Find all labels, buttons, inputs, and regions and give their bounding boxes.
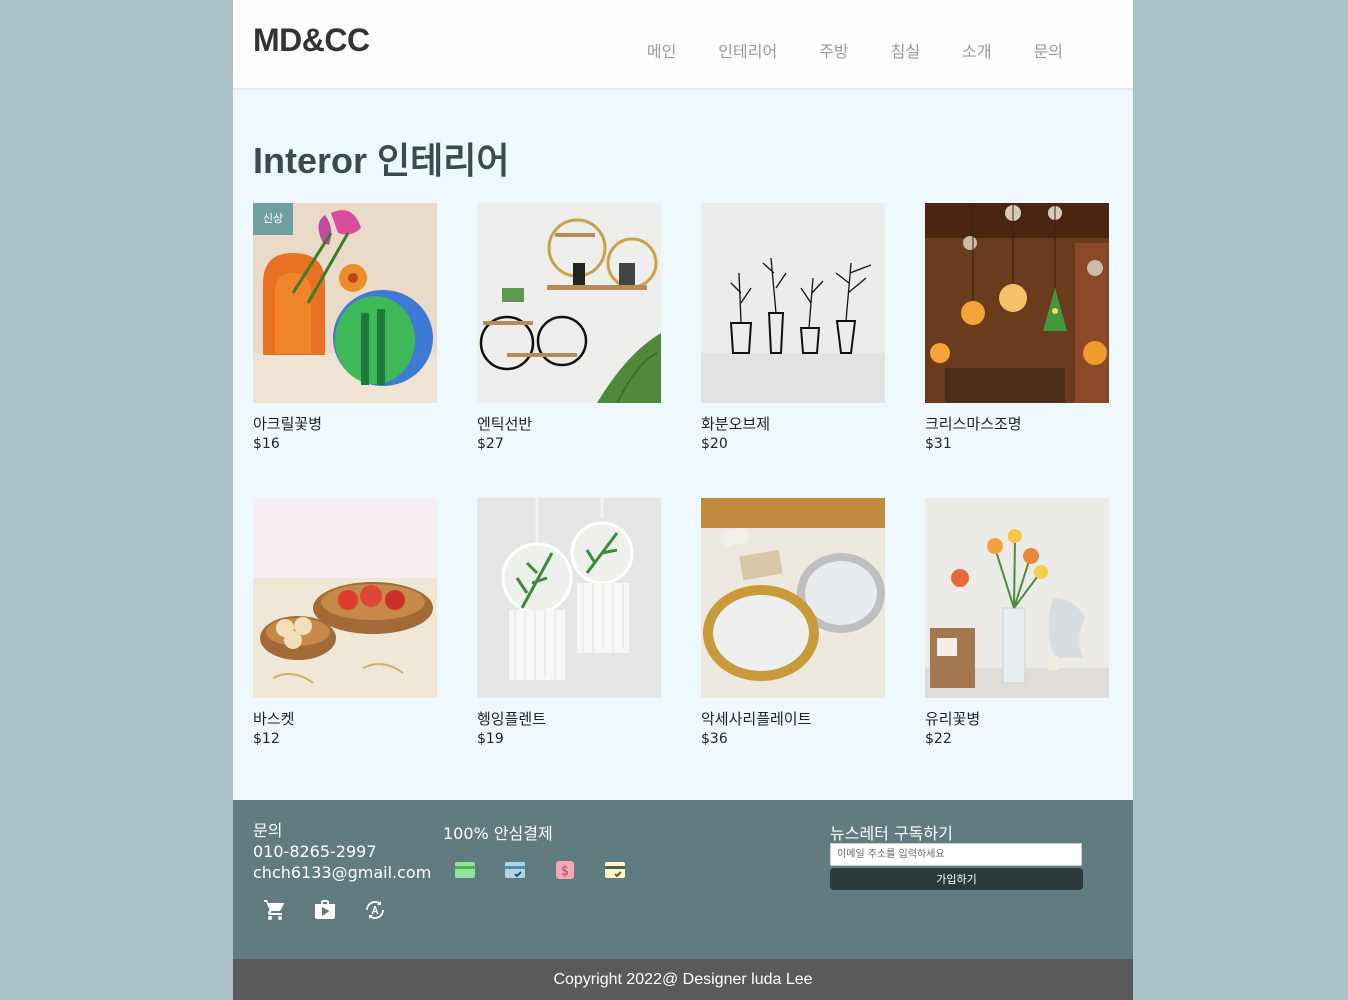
- product-card[interactable]: 화분오브제 $20: [701, 203, 885, 452]
- product-name[interactable]: 크리스마스조명: [925, 413, 1109, 434]
- product-price: $31: [925, 436, 952, 452]
- nav-main[interactable]: 메인: [647, 38, 676, 62]
- product-card[interactable]: 헹잉플렌트 $19: [477, 498, 661, 747]
- contact-title: 문의: [253, 821, 283, 840]
- translate-icon[interactable]: [363, 898, 387, 922]
- product-name[interactable]: 화분오브제: [701, 413, 885, 434]
- product-price: $20: [701, 436, 728, 452]
- page-title: Interor 인테리어: [253, 140, 510, 181]
- card-check-icon: [503, 858, 527, 882]
- credit-card-icon: [453, 858, 477, 882]
- main-nav: 메인 인테리어 주방 침실 소개 문의: [647, 38, 1063, 62]
- logo[interactable]: MD&CC: [253, 22, 370, 59]
- product-name[interactable]: 아크릴꽃병: [253, 413, 437, 434]
- product-image[interactable]: [925, 203, 1109, 403]
- product-image[interactable]: [477, 498, 661, 698]
- contact-email[interactable]: chch6133@gmail.com: [253, 862, 431, 883]
- nav-kitchen[interactable]: 주방: [819, 38, 848, 62]
- new-badge: 신상: [253, 203, 293, 235]
- product-card[interactable]: 엔틱선반 $27: [477, 203, 661, 452]
- nav-about[interactable]: 소개: [962, 38, 991, 62]
- cart-icon[interactable]: [263, 898, 287, 922]
- product-name[interactable]: 악세사리플레이트: [701, 708, 885, 729]
- product-image[interactable]: [253, 498, 437, 698]
- nav-bedroom[interactable]: 침실: [891, 38, 920, 62]
- product-price: $36: [701, 731, 728, 747]
- product-image[interactable]: 신상: [253, 203, 437, 403]
- product-card[interactable]: 바스켓 $12: [253, 498, 437, 747]
- product-price: $27: [477, 436, 504, 452]
- product-image[interactable]: [477, 203, 661, 403]
- dollar-icon: $: [553, 858, 577, 882]
- footer-icons: [263, 898, 413, 922]
- newsletter-email-input[interactable]: [830, 843, 1082, 866]
- product-price: $19: [477, 731, 504, 747]
- card-approved-icon: [603, 858, 627, 882]
- footer-contact: 문의 010-8265-2997 chch6133@gmail.com: [253, 820, 431, 883]
- product-card[interactable]: 악세사리플레이트 $36: [701, 498, 885, 747]
- copyright: Copyright 2022@ Designer luda Lee: [233, 959, 1133, 1000]
- svg-text:$: $: [561, 864, 569, 879]
- newsletter-title: 뉴스레터 구독하기: [830, 824, 953, 843]
- payment-title: 100% 안심결제: [443, 824, 553, 843]
- contact-phone: 010-8265-2997: [253, 842, 377, 861]
- product-card[interactable]: 크리스마스조명 $31: [925, 203, 1109, 452]
- footer: 문의 010-8265-2997 chch6133@gmail.com 100%…: [233, 800, 1133, 959]
- payment-icons: $: [453, 858, 653, 882]
- product-image[interactable]: [701, 498, 885, 698]
- product-name[interactable]: 바스켓: [253, 708, 437, 729]
- product-name[interactable]: 헹잉플렌트: [477, 708, 661, 729]
- product-name[interactable]: 유리꽃병: [925, 708, 1109, 729]
- product-price: $22: [925, 731, 952, 747]
- nav-interior[interactable]: 인테리어: [718, 38, 777, 62]
- product-price: $12: [253, 731, 280, 747]
- product-card[interactable]: 신상 아크릴꽃병 $16: [253, 203, 437, 452]
- product-name[interactable]: 엔틱선반: [477, 413, 661, 434]
- product-price: $16: [253, 436, 280, 452]
- page: MD&CC 메인 인테리어 주방 침실 소개 문의 Interor 인테리어 신…: [233, 0, 1133, 1000]
- header: MD&CC 메인 인테리어 주방 침실 소개 문의: [233, 0, 1133, 90]
- product-image[interactable]: [701, 203, 885, 403]
- product-image[interactable]: [925, 498, 1109, 698]
- nav-contact[interactable]: 문의: [1034, 38, 1063, 62]
- product-card[interactable]: 유리꽃병 $22: [925, 498, 1109, 747]
- shop-icon[interactable]: [313, 898, 337, 922]
- subscribe-button[interactable]: 가입하기: [830, 868, 1083, 890]
